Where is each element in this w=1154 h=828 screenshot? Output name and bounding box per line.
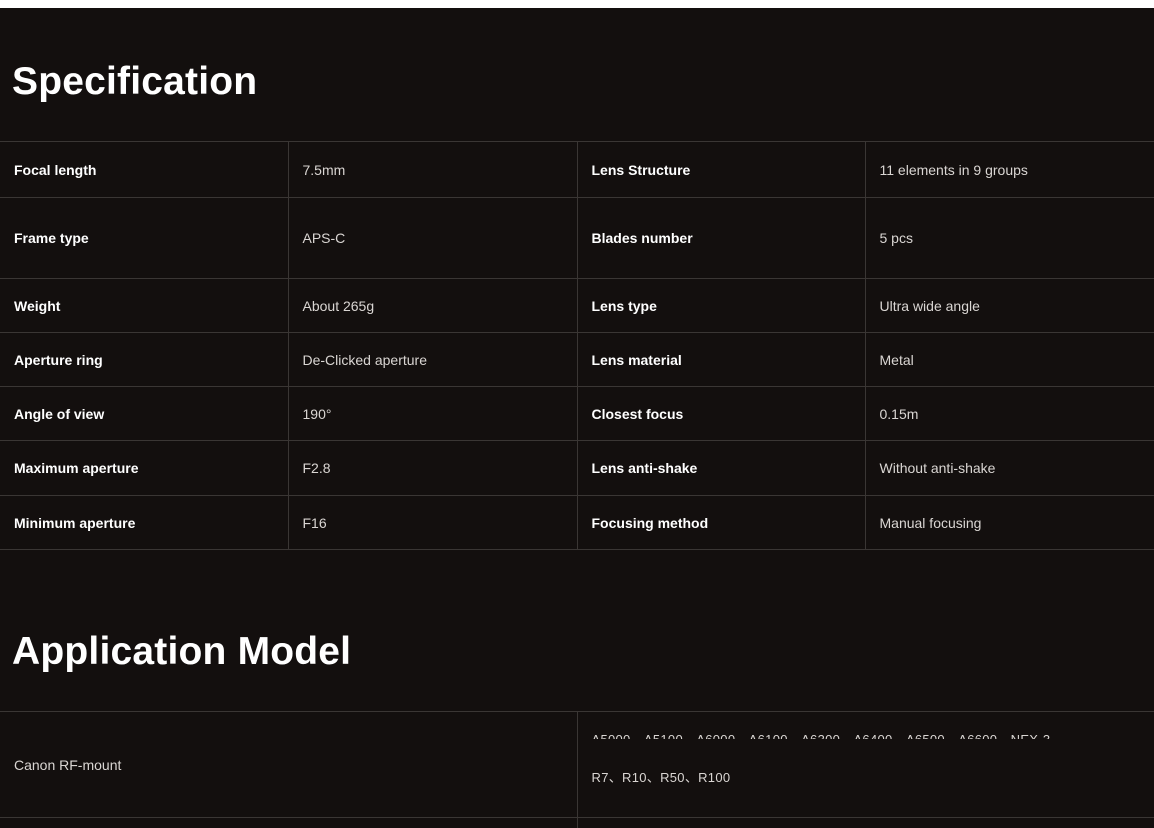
spec-key: Angle of view — [0, 386, 288, 441]
spec-value: 5 pcs — [864, 197, 1154, 279]
spec-value: F2.8 — [287, 440, 577, 496]
spec-key: Minimum aperture — [0, 495, 288, 550]
spec-page: Specification Focal length 7.5mm Lens St… — [0, 8, 1154, 828]
spec-key: Aperture ring — [0, 332, 288, 387]
spec-row: Angle of view 190° Closest focus 0.15m — [0, 386, 1154, 441]
spec-row: Maximum aperture F2.8 Lens anti-shake Wi… — [0, 440, 1154, 496]
spec-value: Ultra wide angle — [864, 278, 1154, 333]
spec-key: Closest focus — [576, 386, 865, 441]
specification-title: Specification — [12, 60, 258, 103]
spec-row: Aperture ring De-Clicked aperture Lens m… — [0, 332, 1154, 387]
compatible-models-line: A5000、A5100、A6000、A6100、A6300、A6400、A650… — [592, 729, 1051, 739]
spec-key: Focal length — [0, 141, 288, 198]
spec-key: Lens type — [576, 278, 865, 333]
spec-key: Lens Structure — [576, 141, 865, 198]
spec-value: 7.5mm — [287, 141, 577, 198]
spec-key: Lens anti-shake — [576, 440, 865, 496]
compatible-models-cell — [576, 817, 1154, 828]
specification-table: Focal length 7.5mm Lens Structure 11 ele… — [0, 141, 1154, 550]
spec-row: Focal length 7.5mm Lens Structure 11 ele… — [0, 141, 1154, 198]
compatible-models-line: R7、R10、R50、R100 — [591, 770, 731, 785]
spec-key: Maximum aperture — [0, 440, 288, 496]
spec-value: 190° — [287, 386, 577, 441]
spec-value: Without anti-shake — [864, 440, 1154, 496]
spec-value: 0.15m — [864, 386, 1154, 441]
spec-row: Frame type APS-C Blades number 5 pcs — [0, 197, 1154, 279]
compatible-models-cell: A5000、A5100、A6000、A6100、A6300、A6400、A650… — [576, 711, 1154, 818]
application-row — [0, 817, 1154, 828]
spec-value: 11 elements in 9 groups — [864, 141, 1154, 198]
mount-name: Canon RF-mount — [0, 711, 577, 818]
mount-name — [0, 817, 577, 828]
spec-row: Weight About 265g Lens type Ultra wide a… — [0, 278, 1154, 333]
spec-row: Minimum aperture F16 Focusing method Man… — [0, 495, 1154, 550]
spec-key: Weight — [0, 278, 288, 333]
spec-value: De-Clicked aperture — [287, 332, 577, 387]
application-row: Canon RF-mount A5000、A5100、A6000、A6100、A… — [0, 711, 1154, 818]
application-model-table: Canon RF-mount A5000、A5100、A6000、A6100、A… — [0, 711, 1154, 828]
spec-value: Metal — [864, 332, 1154, 387]
spec-value: About 265g — [287, 278, 577, 333]
spec-key: Blades number — [576, 197, 865, 279]
spec-value: Manual focusing — [864, 495, 1154, 550]
spec-value: F16 — [287, 495, 577, 550]
spec-key: Focusing method — [576, 495, 865, 550]
spec-value: APS-C — [287, 197, 577, 279]
application-model-title: Application Model — [12, 630, 352, 673]
spec-key: Lens material — [576, 332, 865, 387]
spec-key: Frame type — [0, 197, 288, 279]
